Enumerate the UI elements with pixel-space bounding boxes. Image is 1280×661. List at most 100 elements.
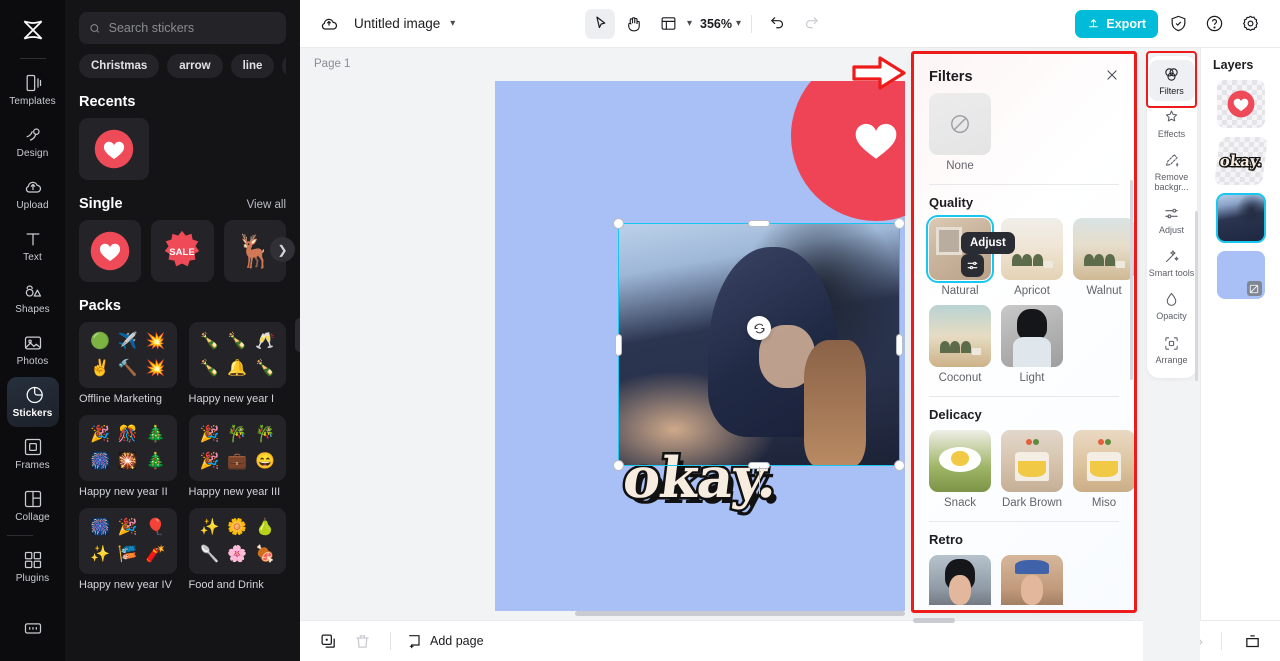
design-canvas[interactable]: okay.	[495, 81, 905, 611]
single-next-arrow-button[interactable]: ❯	[270, 237, 295, 262]
filter-item[interactable]: Coconut	[929, 305, 991, 384]
add-page-button[interactable]: Add page	[407, 633, 484, 649]
hand-pan-icon[interactable]	[619, 9, 649, 39]
filter-item[interactable]: Dark Brown	[1001, 430, 1063, 509]
sticker-tag-chip[interactable]: Christmas	[79, 54, 160, 78]
rail-item-frames[interactable]: Frames	[7, 429, 59, 479]
search-stickers-box[interactable]	[79, 12, 286, 44]
rotate-icon[interactable]	[747, 316, 771, 340]
adjust-sliders-icon[interactable]	[961, 254, 984, 277]
search-input[interactable]	[108, 21, 276, 35]
redo-icon[interactable]	[796, 9, 826, 39]
filter-item[interactable]: Adjust Natural	[926, 215, 1015, 297]
rail-item-stickers[interactable]: Stickers	[6, 377, 59, 427]
trash-icon[interactable]	[350, 629, 374, 653]
filters-horizontal-scrollbar[interactable]	[913, 618, 955, 623]
document-title[interactable]: Untitled image	[354, 16, 440, 31]
filter-item[interactable]: Light	[1001, 305, 1063, 384]
help-circle-icon[interactable]	[1200, 9, 1230, 39]
duplicate-page-icon[interactable]	[316, 629, 340, 653]
filters-vertical-scrollbar[interactable]	[1130, 180, 1133, 380]
right-tool-adjust[interactable]: Adjust	[1149, 199, 1195, 240]
sticker-pack[interactable]: 🟢 ✈️ 💥 ✌️ 🔨 💥 Offline Marketing	[79, 322, 177, 405]
right-tool-label: Adjust	[1158, 225, 1184, 236]
close-icon[interactable]	[1105, 68, 1119, 85]
filter-label: Coconut	[938, 372, 982, 384]
pack-emoji: 😄	[255, 452, 276, 470]
filter-item[interactable]: Apricot	[1001, 218, 1063, 297]
filter-item[interactable]: Miso	[1073, 430, 1134, 509]
zoom-chevron-down-icon[interactable]: ▾	[736, 18, 741, 29]
app-root: Templates Design Upload Text Shapes Photos Sti…	[0, 0, 1280, 661]
layer-item-okay-text[interactable]: okay.	[1213, 137, 1268, 185]
right-tool-filters[interactable]: Filters	[1148, 60, 1195, 102]
single-view-all-link[interactable]: View all	[247, 199, 286, 211]
rail-item-text[interactable]: Text	[7, 221, 59, 271]
panel-collapse-handle[interactable]	[295, 318, 300, 352]
filter-thumbnail	[929, 555, 991, 605]
filter-thumbnail	[1073, 218, 1134, 280]
sticker-pack[interactable]: 🎉 🎋 🎋 🎉 💼 😄 Happy new year III	[188, 415, 286, 498]
pack-emoji: 💼	[227, 452, 248, 470]
rail-item-bottom-tool[interactable]	[7, 603, 59, 653]
gear-icon[interactable]	[1236, 9, 1266, 39]
sticker-pack[interactable]: 🍾 🍾 🥂 🍾 🔔 🍾 Happy new year I	[188, 322, 286, 405]
bottom-toolbar: Add page ‹ 1/1 ›	[300, 620, 1280, 661]
filter-none-item[interactable]: None	[929, 93, 1119, 172]
filter-label: Natural	[941, 285, 979, 297]
sticker-pack[interactable]: ✨ 🌼 🍐 🥄 🌸 🍖 Food and Drink	[188, 508, 286, 591]
sticker-tag-chip[interactable]: arrow	[167, 54, 223, 78]
rail-item-label: Plugins	[15, 573, 50, 584]
filter-item[interactable]: Snack	[929, 430, 991, 509]
rail-item-collage[interactable]: Collage	[7, 481, 59, 531]
filter-item[interactable]	[929, 555, 991, 605]
pack-emoji: 🍖	[255, 545, 276, 563]
right-tool-effects[interactable]: Effects	[1149, 103, 1195, 144]
sticker-pack[interactable]: 🎆 🎉 🎈 ✨ 🎏 🧨 Happy new year IV	[79, 508, 177, 591]
right-tool-arrange[interactable]: Arrange	[1149, 329, 1195, 370]
filter-item[interactable]: Walnut	[1073, 218, 1134, 297]
rail-item-plugins[interactable]: Plugins	[7, 542, 59, 592]
layer-item-heart[interactable]	[1216, 80, 1265, 128]
right-tool-remove-backgr[interactable]: Remove backgr...	[1149, 146, 1195, 197]
right-tool-rail: Filters Effects Remove backgr... Adjust Smar…	[1143, 51, 1200, 661]
capcut-logo-icon[interactable]	[11, 8, 55, 52]
pages-panel-icon[interactable]	[1240, 629, 1264, 653]
pack-emoji: 🎉	[199, 452, 220, 470]
sticker-pack[interactable]: 🎉 🎊 🎄 🎆 🎇 🎄 Happy new year II	[79, 415, 177, 498]
filter-none-label: None	[946, 160, 974, 172]
filter-grid: Adjust Natural Apricot Walnut Coconut Light	[926, 215, 1134, 384]
layer-item-background[interactable]	[1216, 251, 1265, 299]
export-button[interactable]: Export	[1075, 9, 1158, 38]
rail-item-upload[interactable]: Upload	[7, 169, 59, 219]
okay-text-element[interactable]: okay.	[617, 443, 783, 514]
top-toolbar: Untitled image ▾ ▾ 356% ▾ Export	[300, 0, 1280, 48]
shield-check-icon[interactable]	[1164, 9, 1194, 39]
chevron-down-icon[interactable]: ▾	[450, 18, 455, 29]
rail-item-design[interactable]: Design	[7, 117, 59, 167]
sticker-tag-chip[interactable]: line	[230, 54, 275, 78]
undo-icon[interactable]	[762, 9, 792, 39]
single-sticker-heart[interactable]	[79, 220, 142, 282]
recent-sticker-heart[interactable]	[79, 118, 149, 180]
canvas-tool-group: ▾ 356% ▾	[585, 8, 826, 39]
rail-item-shapes[interactable]: Shapes	[7, 273, 59, 323]
layout-icon[interactable]	[653, 9, 683, 39]
single-sticker-sale[interactable]: SALE	[151, 220, 214, 282]
right-rail-scrollbar[interactable]	[1195, 211, 1198, 381]
filters-scroll-body[interactable]: None Quality Adjust Natural Apricot Walnut Co…	[914, 93, 1134, 605]
right-tool-opacity[interactable]: Opacity	[1149, 285, 1195, 326]
right-tool-smart-tools[interactable]: Smart tools	[1149, 242, 1195, 283]
sticker-tag-chip[interactable]: circl	[282, 54, 286, 78]
heart-sticker-on-canvas[interactable]	[791, 81, 905, 221]
heart-sticker-icon	[1227, 90, 1254, 118]
canvas-horizontal-scrollbar[interactable]	[575, 611, 905, 616]
filter-item[interactable]	[1001, 555, 1063, 605]
layer-item-photo[interactable]	[1215, 193, 1266, 243]
cloud-save-icon[interactable]	[314, 9, 344, 39]
cursor-select-icon[interactable]	[585, 8, 615, 39]
rail-item-templates[interactable]: Templates	[7, 65, 59, 115]
layout-chevron-down-icon[interactable]: ▾	[687, 18, 692, 29]
photo-element[interactable]	[618, 223, 900, 466]
rail-item-photos[interactable]: Photos	[7, 325, 59, 375]
